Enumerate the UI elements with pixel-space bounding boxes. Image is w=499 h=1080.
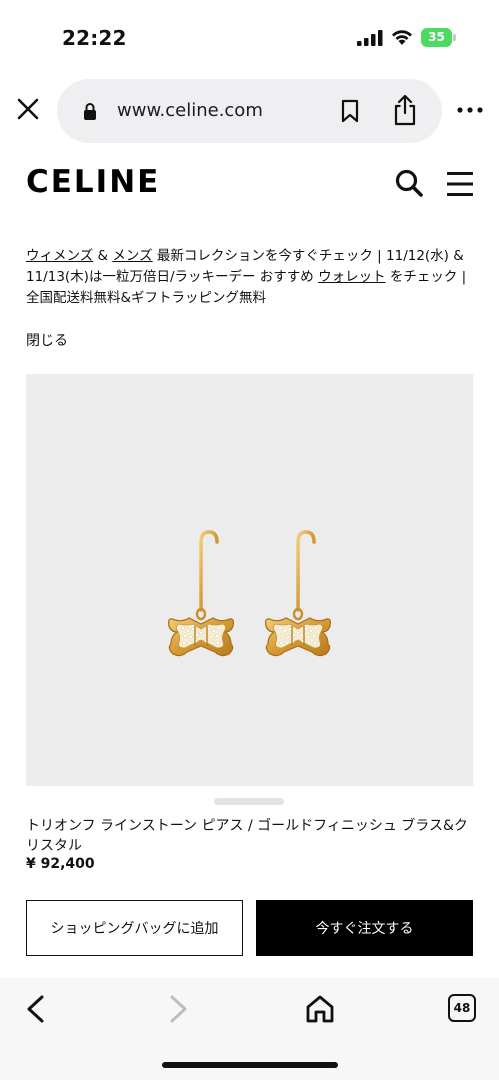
url-text: www.celine.com <box>117 100 263 121</box>
close-icon[interactable] <box>14 95 42 123</box>
bookmark-icon[interactable] <box>339 99 361 123</box>
status-time: 22:22 <box>62 26 127 50</box>
women-link[interactable]: ウィメンズ <box>26 248 93 264</box>
carousel-indicator[interactable] <box>214 798 284 805</box>
lock-icon <box>84 103 96 120</box>
battery-level: 35 <box>428 30 445 44</box>
share-icon[interactable] <box>392 94 418 126</box>
search-icon[interactable] <box>394 168 424 198</box>
wallet-link[interactable]: ウォレット <box>318 269 386 285</box>
menu-icon[interactable] <box>446 170 474 198</box>
banner-and: & <box>93 248 113 264</box>
forward-icon[interactable] <box>164 994 192 1024</box>
address-bar[interactable]: www.celine.com <box>57 79 442 143</box>
men-link[interactable]: メンズ <box>112 248 152 264</box>
more-icon[interactable] <box>455 100 485 120</box>
browser-toolbar: 48 <box>0 978 499 1080</box>
add-to-bag-button[interactable]: ショッピングバッグに追加 <box>26 900 243 956</box>
cellular-signal-icon <box>357 30 383 46</box>
close-banner-button[interactable]: 閉じる <box>26 330 68 350</box>
back-icon[interactable] <box>22 994 50 1024</box>
status-bar: 22:22 35 <box>0 0 499 74</box>
product-name: トリオンフ ラインストーン ピアス / ゴールドフィニッシュ ブラス&クリスタル <box>26 818 468 854</box>
product-price: ¥ 92,400 <box>26 856 95 872</box>
product-image[interactable] <box>26 374 473 786</box>
battery-icon: 35 <box>421 28 457 47</box>
browser-bar: www.celine.com <box>0 74 499 148</box>
order-now-button[interactable]: 今すぐ注文する <box>256 900 473 956</box>
celine-logo[interactable]: CELINE <box>26 164 160 200</box>
wifi-icon <box>392 30 412 45</box>
home-icon[interactable] <box>305 994 335 1024</box>
home-indicator <box>162 1062 338 1068</box>
earrings-image <box>166 530 333 658</box>
promo-banner: ウィメンズ & メンズ 最新コレクションを今すぐチェック | 11/12(水) … <box>26 246 476 309</box>
tabs-icon[interactable]: 48 <box>448 994 476 1022</box>
